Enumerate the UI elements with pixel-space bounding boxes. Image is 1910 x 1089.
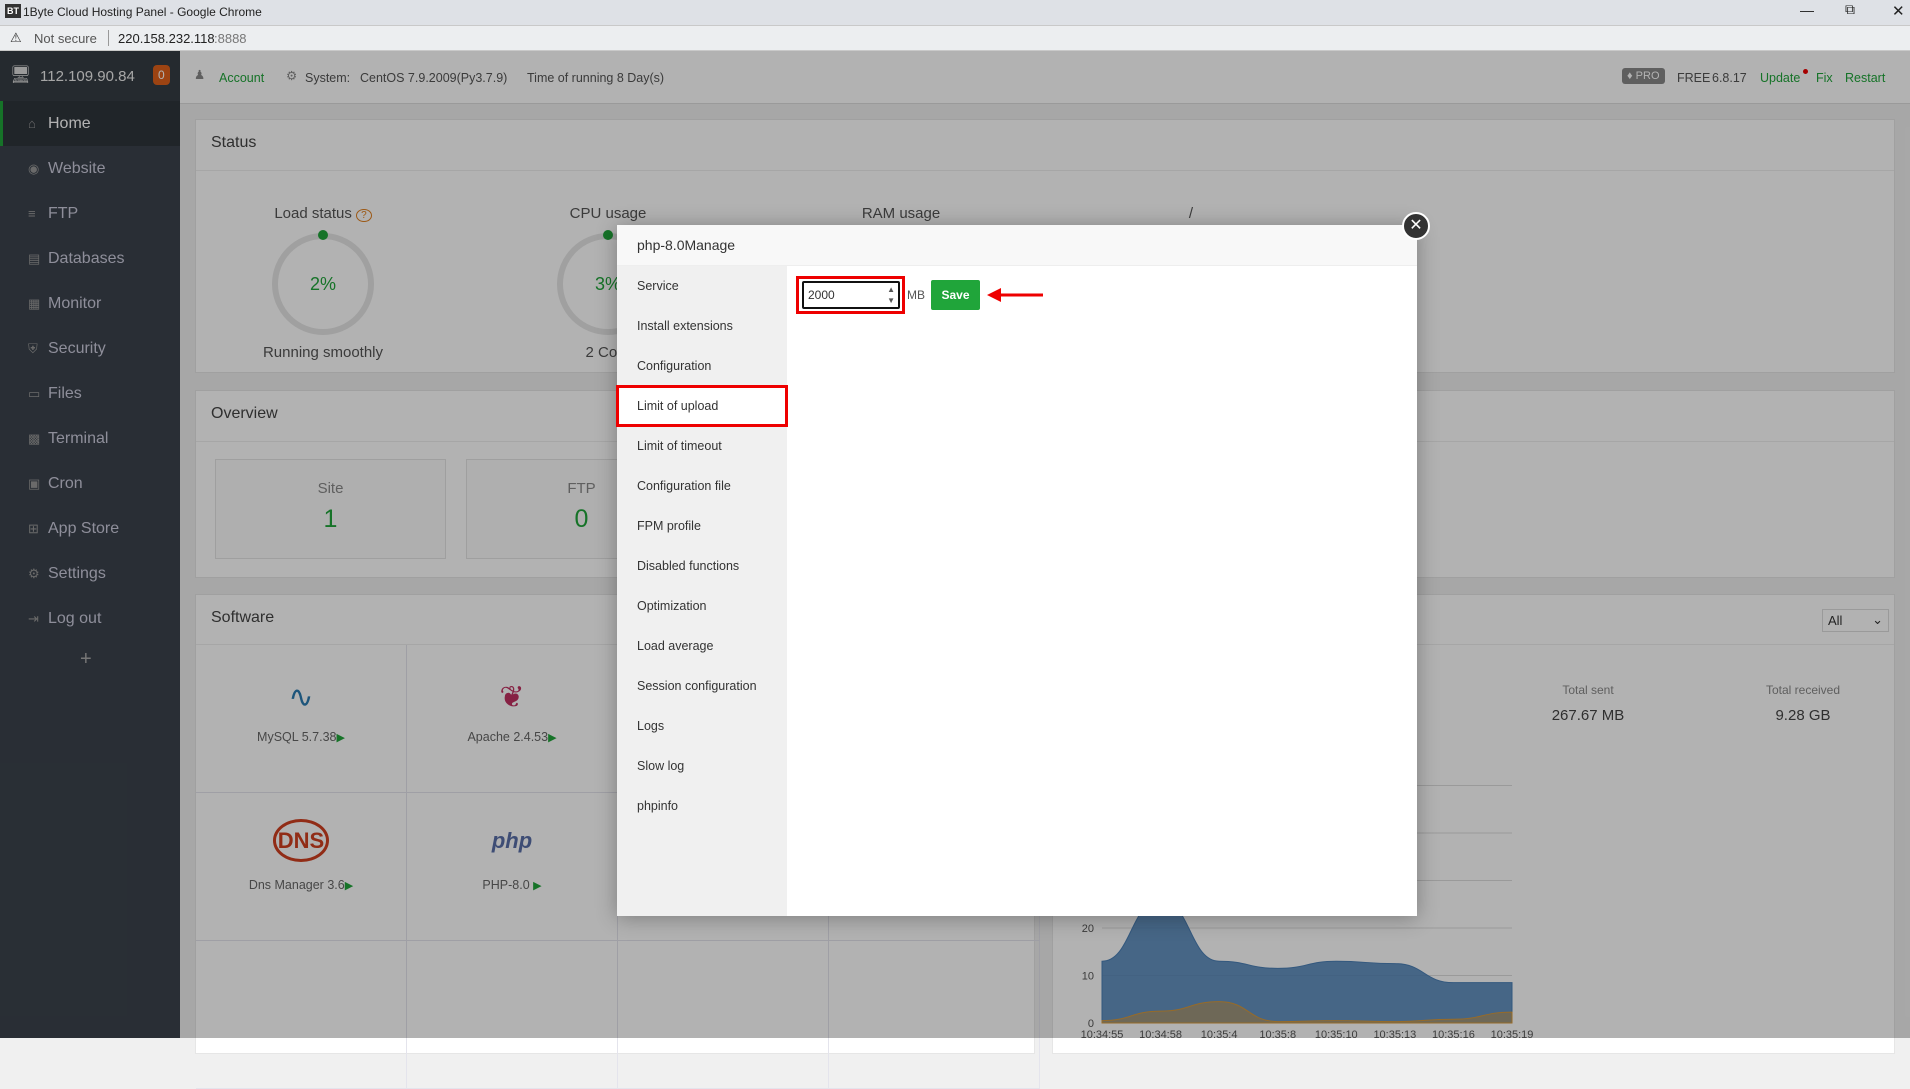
close-window-button[interactable]: ✕ xyxy=(1892,2,1905,20)
security-label: Not secure xyxy=(34,31,97,46)
menu-item-label: Service xyxy=(637,279,679,293)
save-button[interactable]: Save xyxy=(931,280,980,310)
input-value: 2000 xyxy=(808,288,835,302)
modal-title: php-8.0Manage xyxy=(637,237,736,253)
menu-item-label: phpinfo xyxy=(637,799,679,813)
modal-menu-item[interactable]: Limit of timeout xyxy=(617,426,787,466)
restore-button[interactable]: ⧉ xyxy=(1845,1,1855,18)
menu-item-label: Optimization xyxy=(637,599,707,613)
menu-item-label: FPM profile xyxy=(637,519,701,533)
modal-menu-item[interactable]: Slow log xyxy=(617,746,787,786)
upload-limit-input[interactable]: 2000 ▲ ▼ xyxy=(802,281,900,309)
menu-item-label: Configuration xyxy=(637,359,712,373)
save-label: Save xyxy=(941,288,970,302)
menu-item-label: Session configuration xyxy=(637,679,757,693)
modal-menu-item[interactable]: Configuration xyxy=(617,346,787,386)
url-host: 220.158.232.118 xyxy=(118,31,215,46)
menu-item-label: Load average xyxy=(637,639,714,653)
menu-item-label: Install extensions xyxy=(637,319,733,333)
modal-menu-item[interactable]: phpinfo xyxy=(617,786,787,826)
divider xyxy=(108,30,109,46)
modal-menu: Service Install extensions Configuration Li… xyxy=(617,266,787,916)
unit-label: MB xyxy=(907,288,925,302)
modal-menu-item[interactable]: Optimization xyxy=(617,586,787,626)
browser-titlebar: BT 1Byte Cloud Hosting Panel - Google Ch… xyxy=(0,0,1910,25)
modal-header: php-8.0Manage xyxy=(617,225,1417,266)
modal-menu-item[interactable]: Disabled functions xyxy=(617,546,787,586)
menu-item-label: Configuration file xyxy=(637,479,731,493)
highlight-box-menu xyxy=(616,385,788,427)
php-manage-modal: php-8.0Manage Service Install extensions C… xyxy=(616,212,1430,916)
modal-menu-item[interactable]: FPM profile xyxy=(617,506,787,546)
warning-icon: ⚠ xyxy=(10,30,22,45)
address-bar[interactable]: ⚠ Not secure 220.158.232.118 :8888 xyxy=(0,25,1910,51)
modal-menu-item[interactable]: Session configuration xyxy=(617,666,787,706)
menu-item-label: Slow log xyxy=(637,759,685,773)
stepper-icon[interactable]: ▲ ▼ xyxy=(887,284,895,306)
modal-menu-item[interactable]: Load average xyxy=(617,626,787,666)
url-port: :8888 xyxy=(214,31,247,46)
window-title: 1Byte Cloud Hosting Panel - Google Chrom… xyxy=(23,5,262,19)
close-modal-button[interactable]: ✕ xyxy=(1402,212,1430,240)
favicon: BT xyxy=(5,4,21,18)
modal-menu-item[interactable]: Logs xyxy=(617,706,787,746)
minimize-button[interactable]: — xyxy=(1800,2,1814,18)
modal-menu-item[interactable]: Configuration file xyxy=(617,466,787,506)
menu-item-label: Limit of timeout xyxy=(637,439,722,453)
modal-menu-item[interactable]: Install extensions xyxy=(617,306,787,346)
arrow-annotation-icon xyxy=(987,288,1043,302)
modal-menu-item[interactable]: Service xyxy=(617,266,787,306)
menu-item-label: Disabled functions xyxy=(637,559,740,573)
menu-item-label: Logs xyxy=(637,719,665,733)
